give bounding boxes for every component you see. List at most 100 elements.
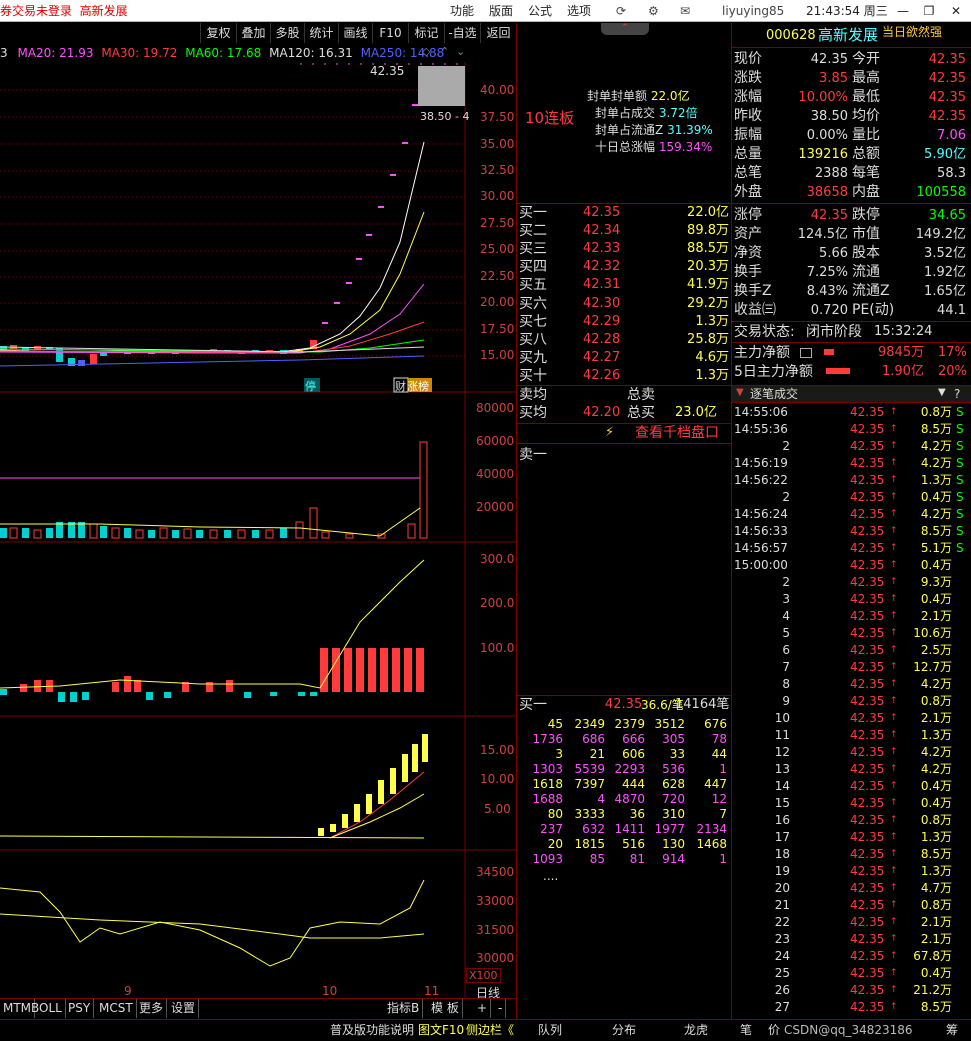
quote-label: 市值	[852, 226, 880, 242]
ma5-label: 3	[0, 46, 8, 60]
quote-value: 5.66	[819, 246, 848, 261]
main-net-label: 主力净额	[734, 345, 790, 361]
tick-price: 42.35	[850, 694, 885, 708]
zoom-in-button[interactable]: +	[474, 999, 492, 1018]
close-button[interactable]: ✕	[943, 0, 969, 22]
tab-psy[interactable]: PSY	[65, 999, 95, 1018]
status-chips[interactable]: 筹	[946, 1020, 958, 1041]
toolbar-back[interactable]: 返回	[480, 23, 516, 43]
toolbar-draw[interactable]: 画线	[338, 23, 372, 43]
indicator1	[0, 559, 425, 702]
toolbar-fuquan[interactable]: 复权	[200, 23, 236, 43]
tick-time: 4	[782, 609, 790, 623]
toolbar-stats[interactable]: 统计	[304, 23, 338, 43]
restore-button[interactable]: ❐	[916, 0, 942, 22]
seal-float: 31.39%	[667, 123, 713, 137]
quote-value: 42.35	[928, 71, 966, 86]
tick-time: 14:56:24	[734, 507, 788, 521]
help-icon[interactable]: ?	[954, 386, 960, 403]
indicator2	[0, 734, 428, 839]
tick-time: 14:55:36	[734, 422, 788, 436]
ma120-label: MA120: 16.31	[269, 46, 353, 60]
template-button[interactable]: 模 板	[428, 999, 463, 1018]
mail-icon[interactable]: ✉	[680, 2, 690, 20]
kline-chart[interactable]	[0, 62, 516, 998]
menu-options[interactable]: 选项	[567, 4, 591, 18]
status-queue[interactable]: 队列	[538, 1020, 562, 1041]
up-arrow-icon: ↑	[890, 934, 898, 944]
indicator-b-button[interactable]: 指标B	[384, 999, 424, 1018]
tick-volume: 1.3万	[920, 864, 952, 878]
tick-volume: 4.2万	[920, 745, 952, 759]
toolbar-multi[interactable]: 多股	[270, 23, 304, 43]
bid-price[interactable]: 42.33	[583, 240, 620, 258]
up-arrow-icon: ↑	[890, 1002, 898, 1012]
tab-boll[interactable]: BOLL	[28, 999, 66, 1018]
menu-formula[interactable]: 公式	[528, 4, 552, 18]
tab-settings[interactable]: 设置	[168, 999, 200, 1018]
bid-price[interactable]: 42.29	[583, 313, 620, 331]
up-arrow-icon: ↑	[890, 883, 898, 893]
filter-icon[interactable]: ▼	[938, 387, 946, 398]
status-dragon[interactable]: 龙虎	[684, 1020, 708, 1041]
bid-price[interactable]: 42.26	[583, 367, 620, 385]
chevron-up-icon[interactable]: ⌃	[440, 45, 449, 58]
quote-label: 总额	[852, 146, 880, 162]
tag-finance: 财	[395, 380, 406, 393]
tick-volume: 1.3万	[920, 830, 952, 844]
view-1000-button[interactable]: 查看千档盘口	[635, 424, 719, 442]
status-tick[interactable]: 笔	[740, 1020, 752, 1041]
bid-price[interactable]: 42.32	[583, 258, 620, 276]
tick-volume: 10.6万	[913, 626, 952, 640]
quote-label: 最低	[852, 89, 880, 105]
tag-limit-up: 涨榜	[407, 380, 429, 393]
status-price[interactable]: 价	[768, 1020, 780, 1041]
status-distribution[interactable]: 分布	[612, 1020, 636, 1041]
chevron-down-icon[interactable]: ⌄	[456, 45, 465, 58]
tick-price: 42.35	[850, 728, 885, 742]
up-arrow-icon: ↑	[890, 679, 898, 689]
settings-icon[interactable]: ⚙	[648, 2, 659, 20]
toolbar-overlay[interactable]: 叠加	[236, 23, 270, 43]
collapse-arrow-icon[interactable]: ▼	[736, 387, 744, 398]
tab-more[interactable]: 更多	[136, 999, 168, 1018]
tick-volume: 2.1万	[920, 932, 952, 946]
menu-layout[interactable]: 版面	[489, 4, 513, 18]
tick-price: 42.35	[850, 541, 885, 555]
toolbar-watchlist[interactable]: -自选	[444, 23, 480, 43]
refresh-icon[interactable]: ⟳	[616, 2, 626, 20]
status-f10[interactable]: 图文F10	[418, 1020, 464, 1041]
up-arrow-icon: ↑	[890, 764, 898, 774]
bid-price[interactable]: 42.35	[583, 204, 620, 222]
current-stock[interactable]: 高新发展	[80, 4, 128, 18]
list-icon[interactable]	[800, 348, 812, 358]
collapse-icon[interactable]: ⌃	[601, 23, 649, 35]
up-arrow-icon: ↑	[890, 832, 898, 842]
toolbar-mark[interactable]: 标记	[408, 23, 444, 43]
toolbar-f10[interactable]: F10	[372, 23, 408, 43]
bid-price[interactable]: 42.30	[583, 295, 620, 313]
menu-function[interactable]: 功能	[450, 4, 474, 18]
tick-price: 42.35	[850, 711, 885, 725]
bid-price[interactable]: 42.28	[583, 331, 620, 349]
bid-price[interactable]: 42.34	[583, 222, 620, 240]
minimize-button[interactable]: —	[890, 0, 916, 22]
diamond-icon[interactable]: ◇	[422, 45, 430, 58]
status-help[interactable]: 普及版功能说明	[330, 1020, 414, 1041]
bid-level-label: 买八	[519, 331, 547, 348]
username[interactable]: liyuying85	[722, 0, 784, 22]
tick-volume: 8.5万	[920, 1000, 952, 1014]
login-status[interactable]: 券交易未登录	[0, 4, 72, 18]
zoom-out-button[interactable]: -	[495, 999, 507, 1018]
bid-price[interactable]: 42.31	[583, 276, 620, 294]
bid-price[interactable]: 42.27	[583, 349, 620, 367]
tick-time: 22	[774, 915, 790, 929]
quote-value: 0.00%	[806, 128, 848, 143]
sell1-label: 卖一	[519, 447, 547, 463]
tab-mcst[interactable]: MCST	[96, 999, 137, 1018]
quote-value: 5.90亿	[924, 147, 966, 162]
tick-price: 42.35	[850, 422, 885, 436]
quote-value: 7.06	[937, 128, 966, 143]
status-sidebar[interactable]: 侧边栏《	[466, 1020, 514, 1041]
quote-label: 量比	[852, 127, 880, 143]
